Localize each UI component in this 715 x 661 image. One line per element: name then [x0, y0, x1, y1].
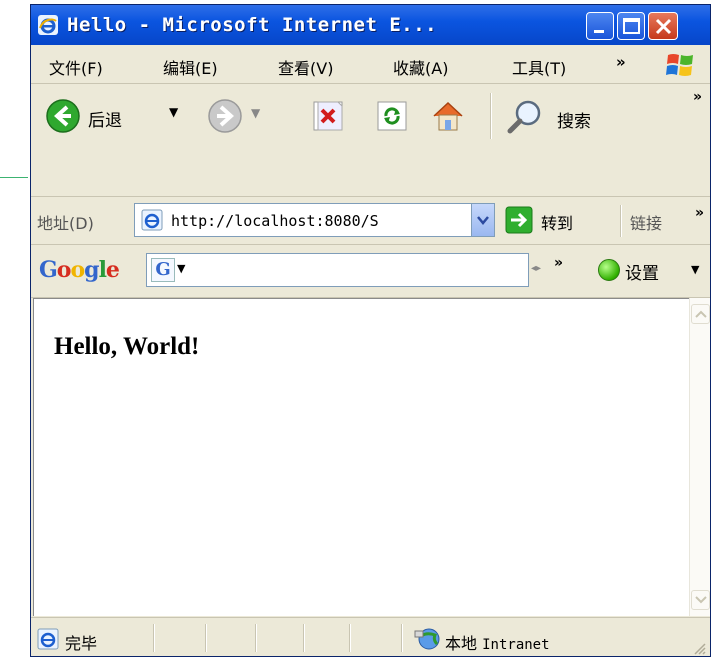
toolbar-overflow-chevron[interactable]: » [693, 89, 702, 105]
vertical-scrollbar[interactable] [689, 298, 710, 616]
browser-window: Hello - Microsoft Internet E... 文件(F) 编辑… [30, 4, 711, 657]
ie-icon [38, 15, 58, 35]
page-content[interactable]: Hello, World! [33, 298, 689, 616]
zone-label: 本地 Intranet [445, 630, 550, 654]
standard-toolbar: 后退 ▼ ▼ 搜索 » [31, 84, 710, 197]
settings-status-icon[interactable] [598, 259, 620, 281]
zone-name-cn: 本地 [445, 634, 478, 653]
minimize-icon [594, 30, 604, 33]
google-g-icon[interactable]: G [151, 258, 175, 282]
status-text: 完毕 [65, 634, 98, 653]
maximize-icon [623, 18, 640, 34]
close-icon [655, 18, 672, 35]
google-toolbar: Google G ▼ ◂▸ » 设置 ▼ [31, 245, 710, 298]
chevron-down-icon [695, 596, 707, 604]
address-input[interactable]: http://localhost:8080/S [134, 203, 495, 237]
status-divider [349, 624, 350, 652]
settings-dropdown-icon[interactable]: ▼ [691, 263, 699, 276]
page-icon [141, 209, 163, 231]
status-divider [401, 624, 402, 652]
close-button[interactable] [648, 12, 678, 40]
page-heading: Hello, World! [54, 333, 200, 360]
home-icon[interactable] [430, 98, 466, 134]
forward-arrow-icon[interactable] [207, 98, 243, 134]
zone-name-en: Intranet [482, 637, 550, 653]
status-divider [153, 624, 154, 652]
search-button-label[interactable]: 搜索 [557, 107, 591, 132]
scroll-up-button[interactable] [691, 304, 710, 324]
chevron-up-icon [695, 310, 707, 318]
address-url[interactable]: http://localhost:8080/S [171, 212, 379, 230]
status-bar: 完毕 本地 Intranet [31, 617, 710, 656]
links-overflow-chevron[interactable]: » [695, 205, 704, 221]
links-label[interactable]: 链接 [630, 210, 662, 234]
status-divider [303, 624, 304, 652]
window-title: Hello - Microsoft Internet E... [67, 14, 438, 36]
maximize-button[interactable] [617, 12, 645, 40]
address-label: 地址(D) [37, 214, 94, 233]
search-icon[interactable] [506, 97, 544, 135]
title-bar[interactable]: Hello - Microsoft Internet E... [31, 5, 710, 45]
settings-button-label[interactable]: 设置 [625, 259, 659, 284]
chevron-down-icon [477, 216, 489, 225]
google-logo: Google [39, 257, 120, 283]
status-divider [255, 624, 256, 652]
resize-handle-icon[interactable]: ◂▸ [531, 263, 541, 274]
minimize-button[interactable] [586, 12, 614, 40]
back-arrow-icon[interactable] [45, 98, 81, 134]
toolbar-separator [490, 93, 491, 139]
status-divider [205, 624, 206, 652]
scroll-down-button[interactable] [691, 590, 710, 610]
intranet-zone-icon [414, 628, 440, 650]
resize-grip-icon[interactable] [692, 641, 706, 655]
google-search-input[interactable]: G ▼ [146, 253, 529, 287]
stop-icon[interactable] [312, 100, 344, 132]
back-dropdown-icon[interactable]: ▼ [169, 105, 178, 119]
side-guide-line [0, 177, 28, 178]
forward-dropdown-icon[interactable]: ▼ [251, 106, 260, 120]
refresh-icon[interactable] [376, 100, 408, 132]
google-dropdown-icon[interactable]: ▼ [177, 262, 185, 275]
go-button-label[interactable]: 转到 [541, 210, 573, 234]
address-separator [620, 205, 621, 237]
address-bar: 地址(D) http://localhost:8080/S 转到 链接 » [31, 197, 710, 245]
address-dropdown-button[interactable] [471, 204, 494, 236]
page-done-icon [37, 628, 59, 650]
back-button-label[interactable]: 后退 [88, 106, 122, 131]
google-overflow-chevron[interactable]: » [554, 255, 563, 271]
go-arrow-icon[interactable] [505, 206, 533, 234]
